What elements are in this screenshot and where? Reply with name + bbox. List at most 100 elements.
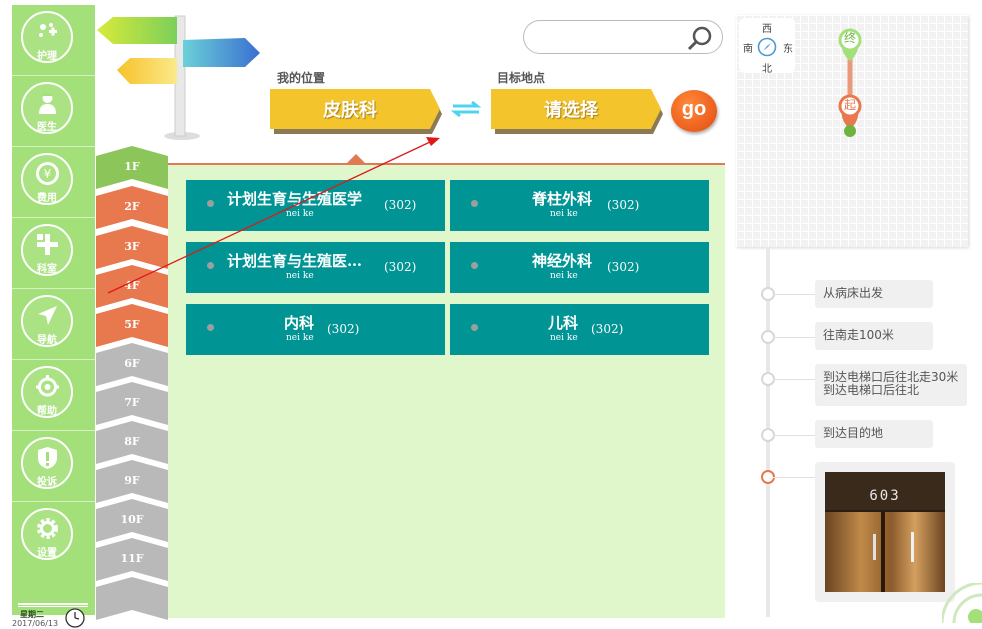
swap-arrows-icon[interactable] bbox=[451, 101, 481, 117]
sidebar-item-label: 费用 bbox=[37, 193, 57, 204]
settings-icon: 设置 bbox=[21, 508, 73, 560]
floor-label: 8F bbox=[124, 435, 140, 448]
sidebar-item-help[interactable]: 帮助 bbox=[12, 360, 95, 431]
sidebar-item-label: 设置 bbox=[37, 548, 57, 559]
my-location-box[interactable]: 皮肤科 bbox=[270, 89, 442, 134]
department-tile[interactable]: 计划生育与生殖医学 nei ke (302) bbox=[186, 180, 445, 231]
bullet-icon bbox=[207, 200, 214, 207]
route-end-label: 终 bbox=[843, 31, 856, 45]
search-input[interactable] bbox=[538, 27, 692, 49]
photo-handle bbox=[873, 534, 876, 560]
compass-south: 南 bbox=[743, 44, 753, 55]
floor-label: 5F bbox=[124, 318, 140, 331]
sidebar-item-label: 帮助 bbox=[37, 406, 57, 417]
floor-tab-1f[interactable]: 1F bbox=[96, 146, 168, 189]
sidebar-item-label: 科室 bbox=[37, 264, 57, 275]
department-pinyin: nei ke bbox=[550, 271, 578, 281]
sidebar: 护理 医生 ¥ 费用 科室 导航 帮助 投诉 设置 星期二 2017/06/13 bbox=[12, 5, 95, 628]
floor-tab-7f[interactable]: 7F bbox=[96, 382, 168, 425]
sidebar-item-care[interactable]: 护理 bbox=[12, 5, 95, 76]
department-count: (302) bbox=[384, 260, 417, 274]
floor-tab-2f[interactable]: 2F bbox=[96, 186, 168, 229]
sidebar-item-settings[interactable]: 设置 bbox=[12, 502, 95, 573]
target-location-value: 请选择 bbox=[544, 100, 598, 121]
care-icon: 护理 bbox=[21, 11, 73, 63]
sidebar-item-complaint[interactable]: 投诉 bbox=[12, 431, 95, 502]
sidebar-item-navigation[interactable]: 导航 bbox=[12, 289, 95, 360]
target-location-box[interactable]: 请选择 bbox=[491, 89, 663, 134]
department-tile[interactable]: 脊柱外科 nei ke (302) bbox=[450, 180, 709, 231]
department-name: 计划生育与生殖医学 bbox=[227, 190, 363, 208]
department-count: (302) bbox=[607, 198, 640, 212]
floor-tab-9f[interactable]: 9F bbox=[96, 460, 168, 503]
compass-west: 西 bbox=[762, 24, 772, 35]
step-connector bbox=[773, 435, 815, 436]
floor-label: 9F bbox=[124, 474, 140, 487]
navigation-icon: 导航 bbox=[21, 295, 73, 347]
date: 2017/06/13 bbox=[12, 619, 59, 628]
floor-tab-10f[interactable]: 10F bbox=[96, 499, 168, 542]
step-connector bbox=[773, 379, 815, 380]
department-pinyin: nei ke bbox=[286, 333, 314, 343]
department-tile[interactable]: 神经外科 nei ke (302) bbox=[450, 242, 709, 293]
department-name: 神经外科 bbox=[532, 252, 593, 270]
department-pinyin: nei ke bbox=[550, 333, 578, 343]
compass-icon bbox=[757, 37, 777, 57]
floor-label: 7F bbox=[124, 396, 140, 409]
floor-tab-6f[interactable]: 6F bbox=[96, 343, 168, 386]
department-icon: 科室 bbox=[21, 224, 73, 276]
sidebar-item-department[interactable]: 科室 bbox=[12, 218, 95, 289]
department-tile[interactable]: 计划生育与生殖医… nei ke (302) bbox=[186, 242, 445, 293]
floor-label: 3F bbox=[124, 240, 140, 253]
go-button[interactable]: go bbox=[671, 90, 717, 132]
sidebar-item-label: 医生 bbox=[37, 122, 57, 133]
search-box bbox=[523, 20, 723, 54]
corner-decoration-icon bbox=[942, 583, 982, 623]
department-name: 儿科 bbox=[548, 314, 579, 332]
floor-label: 11F bbox=[120, 552, 144, 565]
sidebar-item-label: 投诉 bbox=[37, 477, 57, 488]
floor-label: 4F bbox=[124, 279, 140, 292]
floor-label: 10F bbox=[120, 513, 144, 526]
help-icon: 帮助 bbox=[21, 366, 73, 418]
floor-tab-4f[interactable]: 4F bbox=[96, 265, 168, 308]
floor-tab-more[interactable] bbox=[96, 577, 168, 620]
department-name: 脊柱外科 bbox=[532, 190, 593, 208]
photo-door-gap bbox=[881, 512, 885, 592]
sidebar-item-cost[interactable]: ¥ 费用 bbox=[12, 147, 95, 218]
floor-tab-3f[interactable]: 3F bbox=[96, 226, 168, 269]
sidebar-item-doctor[interactable]: 医生 bbox=[12, 76, 95, 147]
department-tile[interactable]: 内科 nei ke (302) bbox=[186, 304, 445, 355]
department-name: 计划生育与生殖医… bbox=[227, 252, 363, 270]
my-location-value: 皮肤科 bbox=[323, 100, 377, 121]
photo-handle bbox=[911, 532, 914, 562]
floor-label: 6F bbox=[124, 357, 140, 370]
photo-door bbox=[825, 512, 945, 592]
department-pinyin: nei ke bbox=[286, 209, 314, 219]
compass: 西 南 东 北 bbox=[739, 18, 795, 75]
department-count: (302) bbox=[607, 260, 640, 274]
floor-tab-11f[interactable]: 11F bbox=[96, 538, 168, 581]
target-title: 目标地点 bbox=[497, 71, 546, 85]
cost-icon: ¥ 费用 bbox=[21, 153, 73, 205]
floor-tab-5f[interactable]: 5F bbox=[96, 304, 168, 347]
department-panel bbox=[168, 163, 725, 618]
svg-text:¥: ¥ bbox=[44, 167, 52, 181]
department-pinyin: nei ke bbox=[550, 209, 578, 219]
step-connector bbox=[773, 294, 815, 295]
clock-icon bbox=[65, 608, 85, 628]
step-connector bbox=[773, 337, 815, 338]
search-icon[interactable] bbox=[686, 24, 714, 52]
compass-east: 东 bbox=[783, 44, 793, 55]
floor-tab-8f[interactable]: 8F bbox=[96, 421, 168, 464]
bullet-icon bbox=[471, 324, 478, 331]
bullet-icon bbox=[471, 262, 478, 269]
floor-label: 2F bbox=[124, 200, 140, 213]
department-tile[interactable]: 儿科 nei ke (302) bbox=[450, 304, 709, 355]
sidebar-item-label: 护理 bbox=[37, 51, 57, 62]
doctor-icon: 医生 bbox=[21, 82, 73, 134]
compass-north: 北 bbox=[762, 64, 772, 75]
route-step: 到达目的地 bbox=[815, 420, 933, 448]
department-pinyin: nei ke bbox=[286, 271, 314, 281]
route-step: 到达电梯口后往北走30米 到达电梯口后往北 bbox=[815, 364, 967, 406]
